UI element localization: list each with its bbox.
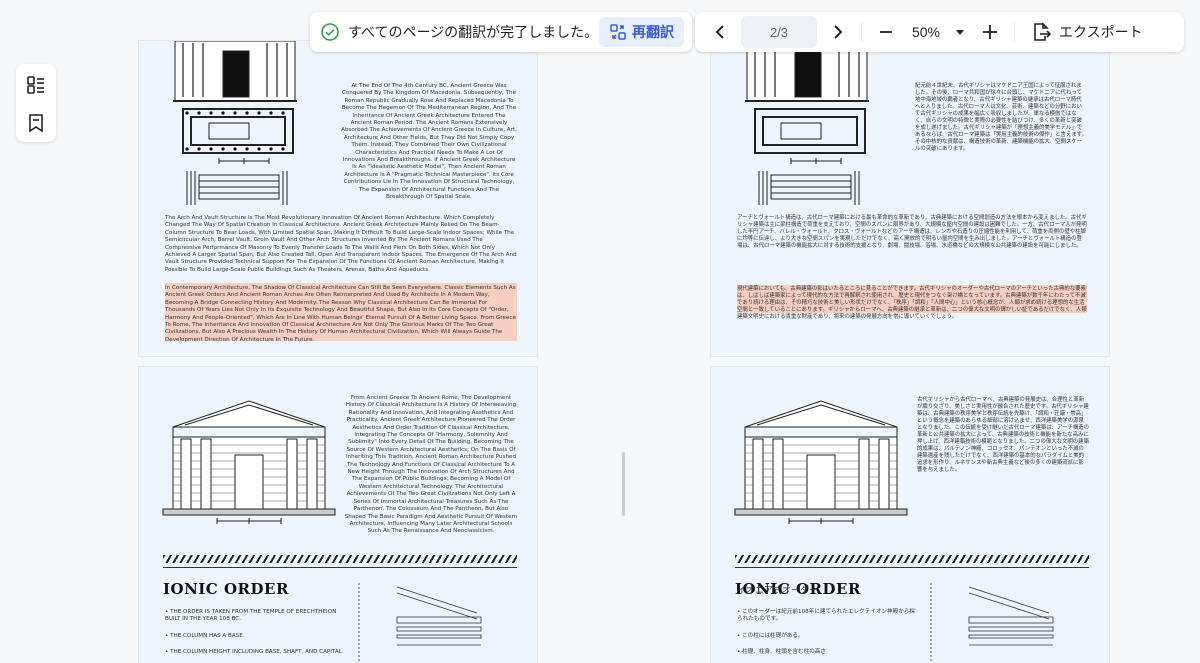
retranslate-label: 再翻訳 [632,24,674,40]
bookmark-button[interactable] [22,110,50,136]
vertical-scrollbar[interactable] [622,452,625,516]
section-heading: IONIC ORDER [163,580,289,598]
zoom-dropdown[interactable] [948,16,972,48]
zoom-out-button[interactable] [868,16,904,48]
translation-viewer: At The End Of The 4th Century BC, Ancien… [0,0,1200,663]
chevron-left-icon [715,25,724,39]
thumbnails-button[interactable] [22,72,50,98]
export-label: エクスポート [1059,24,1143,40]
page-a-para-3: In Contemporary Architecture, The Shadow… [165,285,516,343]
next-page-button[interactable] [819,16,855,48]
divider [163,567,517,568]
bookmark-icon [29,114,43,133]
caret-down-icon [956,30,964,35]
temple-elevation-illustration [162,400,336,524]
page-indicator[interactable]: 2/3 [741,16,817,48]
heading-overlay-translated: イオニア式オーダー [737,586,819,596]
bullet-3-translated: • 柱礎、柱身、柱頭を含む柱の高さ [737,649,826,655]
page-b-para-1: 紀元前４世紀末、古代ギリシャはマケドニア王国によって征服されました。その後、ロー… [915,83,1087,152]
toolbar-separator-2 [1014,22,1015,42]
page-translated-2: 古代ギリシャから古代ローマへ、古典建築の発展史は、合理性と革新が織り交ざり、美し… [710,366,1110,663]
page-translated-1: 紀元前４世紀末、古代ギリシャはマケドニア王国によって征服されました。その後、ロー… [710,40,1110,357]
bullet-2: • THE COLUMN HAS A BASE. [165,633,245,639]
decorative-stripe [163,555,517,563]
view-toolbar: 2/3 50% エクスポート [695,12,1184,52]
export-button[interactable]: エクスポート [1031,22,1143,42]
page-original-2: From Ancient Greece To Ancient Rome, The… [138,366,538,663]
status-text: すべてのページの翻訳が完了しました。 [348,24,599,40]
check-circle-icon [321,23,339,41]
bullet-2-translated: • この柱には柱礎がある。 [737,633,804,639]
bullet-1-translated: • このオーダーは紀元前108年に建てられたエレクテイオン神殿から採られたもので… [737,609,915,622]
ionic-cornice-illustration [358,583,482,663]
thumbnails-icon [27,76,44,94]
page-b-para-3: 現代建築においても、古典建築の影はいたるところに見ることができます。古代ギリシャ… [737,286,1087,320]
retranslate-icon [610,24,626,40]
prev-page-button[interactable] [703,16,739,48]
page-original-1: At The End Of The 4th Century BC, Ancien… [138,40,538,357]
retranslate-button[interactable]: 再翻訳 [599,17,684,47]
page-a-para-2: The Arch And Vault Structure Is The Most… [165,215,517,273]
decorative-stripe-translated [735,555,1089,563]
page-c-para-1: From Ancient Greece To Ancient Rome, The… [344,395,518,535]
left-rail [16,64,56,142]
toolbar-separator [861,22,862,42]
page-b-para-2: アーチとヴォールト構造は、古代ローマ建築における最も革命的な革新であり、古典建築… [737,215,1087,249]
page-d-para-1: 古代ギリシャから古代ローマへ、古典建築の発展史は、合理性と革新が織り交ざり、美し… [917,397,1090,473]
export-icon [1034,22,1051,41]
page-a-para-1: At The End Of The 4th Century BC, Ancien… [341,83,517,201]
ionic-cornice-illustration-translated [930,583,1054,663]
chevron-right-icon [834,25,843,39]
temple-plan-illustration [173,41,297,205]
plus-icon [983,25,997,39]
bullet-1: • THE ORDER IS TAKEN FROM THE TEMPLE OF … [165,609,337,622]
status-toolbar: すべてのページの翻訳が完了しました。 再翻訳 [310,12,692,52]
zoom-level[interactable]: 50% [904,24,948,40]
minus-icon [880,31,892,33]
bullet-3: • THE COLUMN HEIGHT INCLUDING BASE, SHAF… [165,649,342,655]
temple-elevation-illustration-translated [734,400,908,524]
temple-plan-illustration-translated [745,41,869,205]
divider-translated [735,567,1089,568]
zoom-in-button[interactable] [972,16,1008,48]
